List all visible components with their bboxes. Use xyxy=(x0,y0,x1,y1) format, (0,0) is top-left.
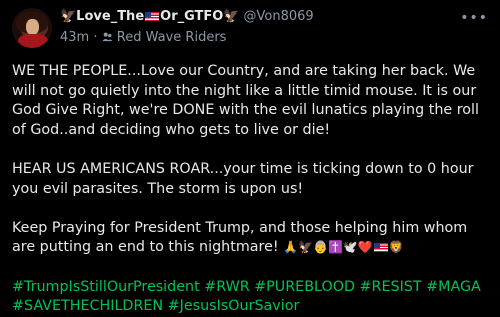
meta-row: 43m · Red Wave Riders xyxy=(60,29,226,47)
name-row: 🦅Love_The Or_GTFO🦅 @Von8069 xyxy=(60,8,314,26)
post-paragraph-1: WE THE PEOPLE...Love our Country, and ar… xyxy=(12,63,479,138)
group-name[interactable]: Red Wave Riders xyxy=(117,30,227,45)
more-options-button[interactable]: ••• xyxy=(460,10,488,26)
lion-icon: 🦁 xyxy=(388,240,404,255)
display-name-prefix: 🦅Love_The xyxy=(60,9,145,24)
group-icon xyxy=(102,30,117,45)
post-body: WE THE PEOPLE...Love our Country, and ar… xyxy=(12,62,492,317)
user-handle[interactable]: @Von8069 xyxy=(244,9,314,24)
us-flag-icon xyxy=(145,12,160,21)
display-name-suffix: Or_GTFO🦅 xyxy=(160,9,240,24)
post-paragraph-3: Keep Praying for President Trump, and th… xyxy=(12,219,492,258)
emoji-group-icon: 🙏🦅👵✝️🕊️❤️ xyxy=(283,240,373,255)
post-time[interactable]: 43m xyxy=(60,30,89,45)
avatar-clothing xyxy=(18,34,48,48)
hashtags-line-1[interactable]: #TrumpIsStillOurPresident #RWR #PUREBLOO… xyxy=(12,279,481,295)
avatar[interactable] xyxy=(12,8,52,48)
meta-separator: · xyxy=(93,30,98,45)
post-paragraph-2: HEAR US AMERICANS ROAR...your time is ti… xyxy=(12,160,474,197)
hashtags-line-2[interactable]: #SAVETHECHILDREN #JesusIsOurSavior xyxy=(12,298,299,314)
avatar-face xyxy=(26,19,39,35)
us-flag-icon xyxy=(373,243,388,253)
hashtags: #TrumpIsStillOurPresident #RWR #PUREBLOO… xyxy=(12,278,492,317)
display-name[interactable]: 🦅Love_The Or_GTFO🦅 xyxy=(60,9,240,24)
post-header: 🦅Love_The Or_GTFO🦅 @Von8069 43m · Red Wave… xyxy=(60,8,460,48)
